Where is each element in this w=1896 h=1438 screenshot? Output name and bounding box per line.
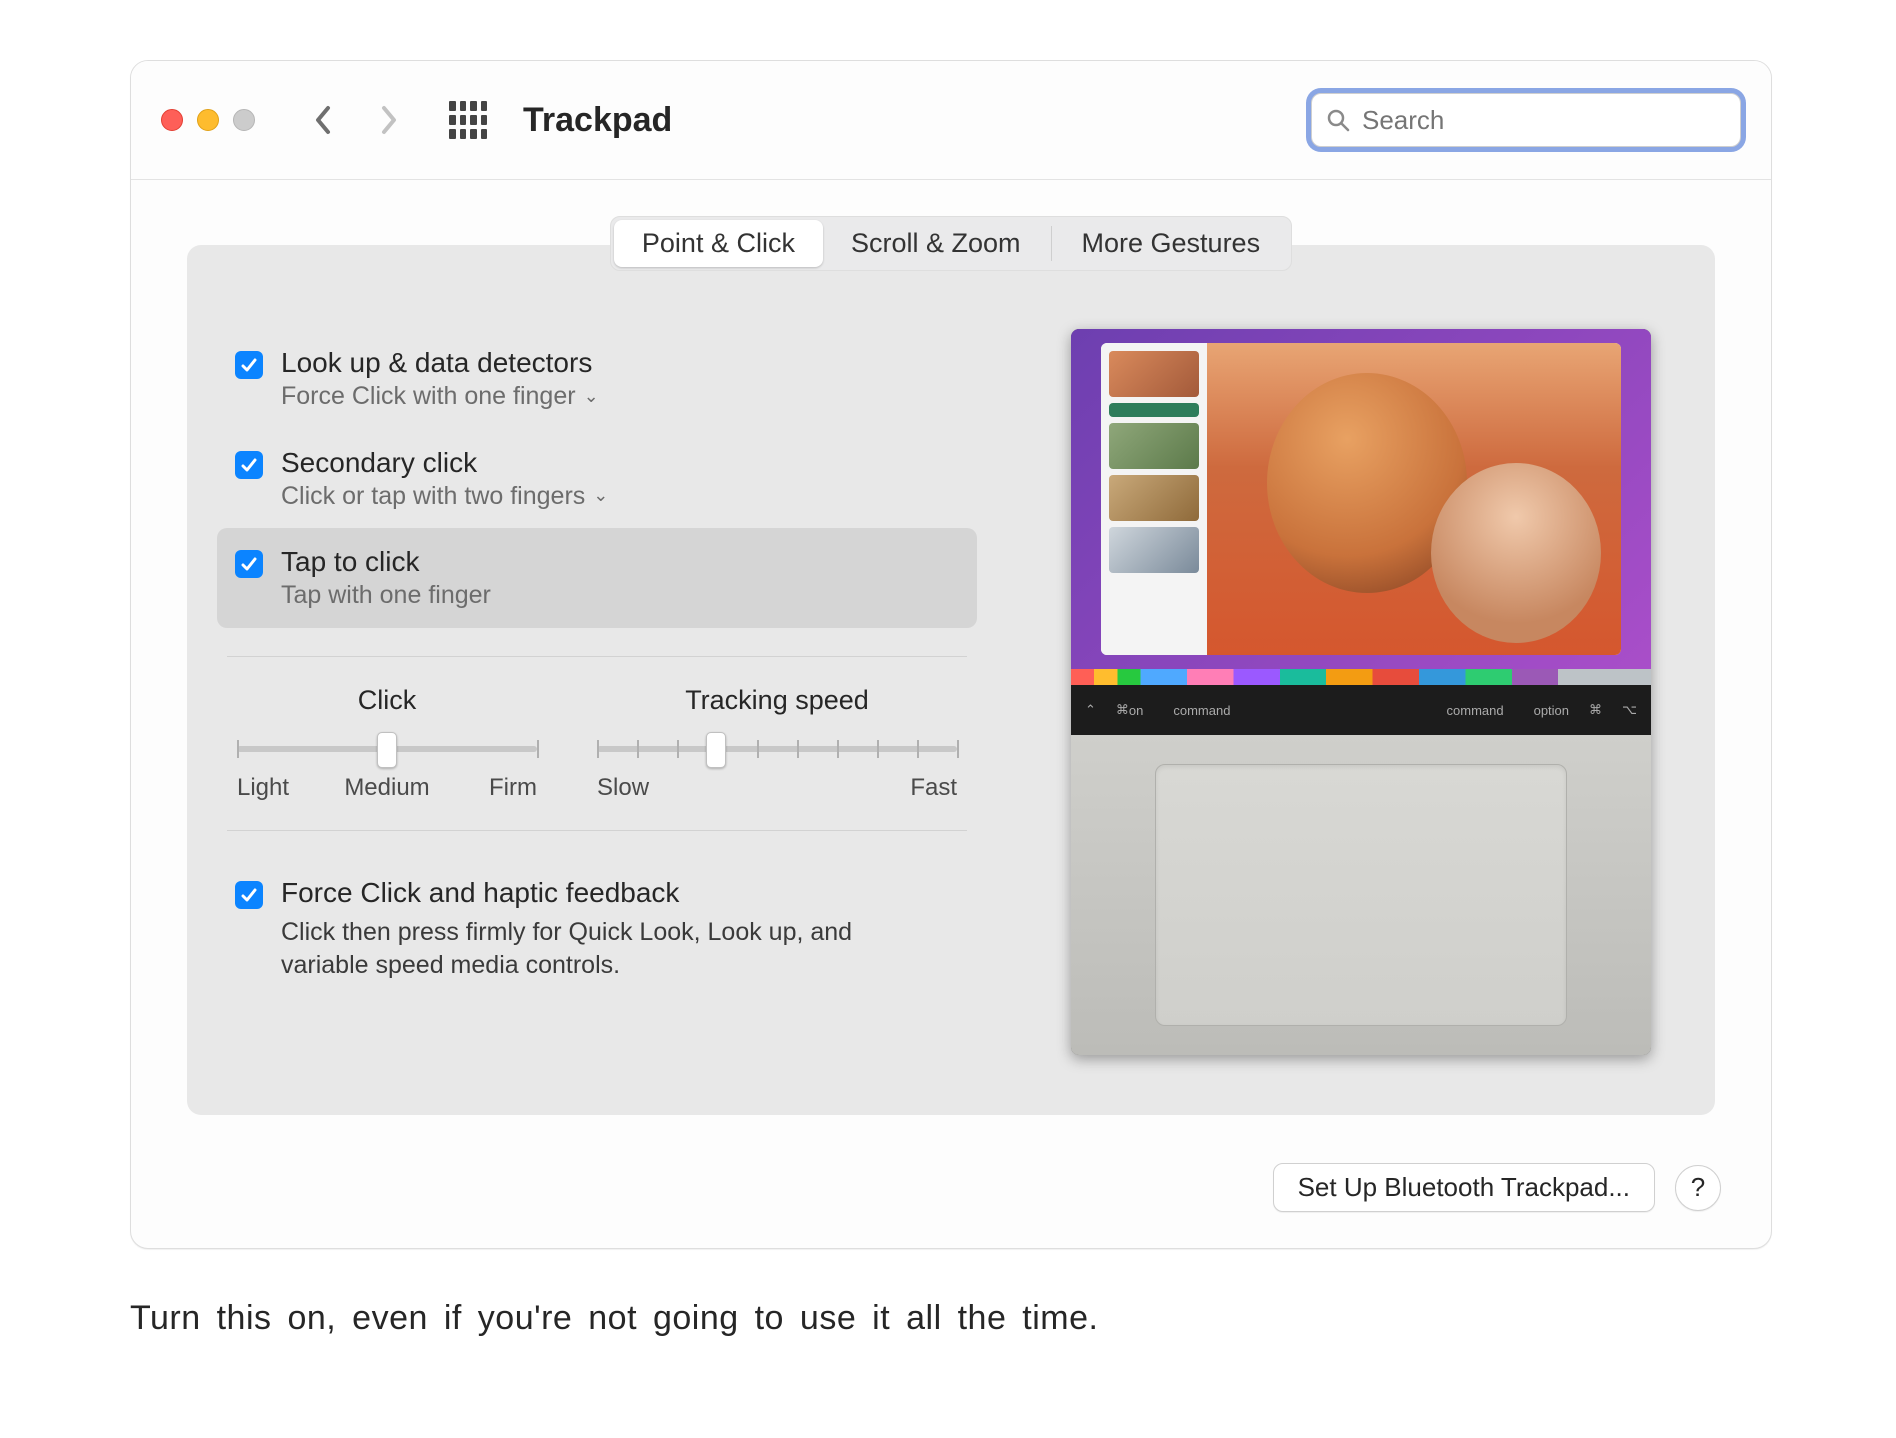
option-lookup-subtitle: Force Click with one finger (281, 380, 576, 413)
option-lookup-dropdown[interactable]: Force Click with one finger ⌄ (281, 380, 599, 413)
setup-bluetooth-trackpad-button[interactable]: Set Up Bluetooth Trackpad... (1273, 1163, 1655, 1212)
option-secondary-dropdown[interactable]: Click or tap with two fingers ⌄ (281, 480, 608, 513)
option-secondary-click: Secondary click Click or tap with two fi… (217, 429, 977, 529)
slider-click-title: Click (358, 685, 417, 716)
key-symbol: ⌘ (1116, 702, 1129, 718)
tab-scroll-and-zoom[interactable]: Scroll & Zoom (823, 220, 1049, 267)
window-controls (161, 109, 255, 131)
slider-tracking: Tracking speed Slow Fast (597, 685, 957, 802)
preview-keyboard-row: ⌃ ⌘ on command command option (1071, 685, 1651, 735)
key-label: command (1447, 703, 1504, 718)
divider (227, 830, 967, 831)
preview-trackpad (1155, 764, 1567, 1026)
divider (227, 656, 967, 657)
preview-photos-window (1101, 343, 1621, 655)
key-label: command (1173, 703, 1230, 718)
slider-click-thumb[interactable] (377, 732, 397, 768)
preview-dock (1071, 669, 1651, 685)
options-column: Look up & data detectors Force Click wit… (217, 329, 977, 1055)
zoom-window-button[interactable] (233, 109, 255, 131)
slider-tracking-label-slow: Slow (597, 774, 649, 802)
tab-divider (1051, 226, 1052, 261)
checkmark-icon (240, 456, 258, 474)
back-button[interactable] (303, 99, 345, 141)
search-icon (1326, 108, 1350, 132)
option-force-title: Force Click and haptic feedback (281, 875, 901, 910)
forward-button[interactable] (367, 99, 409, 141)
preview-screen (1071, 329, 1651, 669)
chevron-down-icon: ⌄ (593, 484, 608, 507)
slider-tracking-title: Tracking speed (685, 685, 869, 716)
slider-tracking-label-fast: Fast (910, 774, 957, 802)
preview-trackpad-area (1071, 735, 1651, 1055)
tab-point-and-click[interactable]: Point & Click (614, 220, 823, 267)
checkmark-icon (240, 555, 258, 573)
option-tap-subtitle: Tap with one finger (281, 579, 491, 612)
option-force-description: Click then press firmly for Quick Look, … (281, 916, 901, 984)
checkmark-icon (240, 886, 258, 904)
toolbar: Trackpad (131, 61, 1771, 180)
key-label: on (1129, 703, 1143, 718)
system-preferences-window: Trackpad Point & Click Scroll & Zoom Mor… (130, 60, 1772, 1249)
settings-panel: Look up & data detectors Force Click wit… (187, 245, 1715, 1115)
slider-tracking-track[interactable] (597, 734, 957, 764)
chevron-right-icon (378, 105, 398, 135)
slider-click-label-light: Light (237, 774, 337, 802)
option-force-click: Force Click and haptic feedback Click th… (217, 859, 977, 1000)
sliders-row: Click Light Medium Fir (217, 685, 977, 802)
option-lookup-title: Look up & data detectors (281, 345, 599, 380)
chevron-down-icon: ⌄ (584, 385, 599, 408)
search-field[interactable] (1311, 93, 1741, 147)
checkbox-lookup[interactable] (235, 351, 263, 379)
key-label: option (1534, 703, 1569, 718)
option-tap-title: Tap to click (281, 544, 491, 579)
option-secondary-title: Secondary click (281, 445, 608, 480)
option-secondary-subtitle: Click or tap with two fingers (281, 480, 585, 513)
tab-more-gestures[interactable]: More Gestures (1054, 220, 1289, 267)
pane-title: Trackpad (523, 101, 672, 140)
search-input[interactable] (1360, 104, 1726, 137)
chevron-left-icon (314, 105, 334, 135)
slider-click-label-firm: Firm (437, 774, 537, 802)
help-button[interactable]: ? (1675, 1165, 1721, 1211)
close-window-button[interactable] (161, 109, 183, 131)
show-all-button[interactable] (449, 101, 487, 139)
slider-tracking-thumb[interactable] (706, 732, 726, 768)
checkbox-tap-to-click[interactable] (235, 550, 263, 578)
option-lookup: Look up & data detectors Force Click wit… (217, 329, 977, 429)
grid-dot-icon (449, 101, 456, 111)
gesture-preview: ⌃ ⌘ on command command option (1071, 329, 1651, 1055)
article-caption: Turn this on, even if you're not going t… (130, 1299, 1766, 1338)
tab-bar: Point & Click Scroll & Zoom More Gesture… (610, 216, 1292, 271)
checkbox-secondary-click[interactable] (235, 451, 263, 479)
key-symbol: ⌃ (1085, 702, 1096, 718)
slider-click-label-medium: Medium (337, 774, 437, 802)
checkmark-icon (240, 356, 258, 374)
slider-click-track[interactable] (237, 734, 537, 764)
checkbox-force-click[interactable] (235, 881, 263, 909)
option-tap-to-click: Tap to click Tap with one finger (217, 528, 977, 628)
bottom-bar: Set Up Bluetooth Trackpad... ? (131, 1143, 1771, 1248)
minimize-window-button[interactable] (197, 109, 219, 131)
slider-click: Click Light Medium Fir (237, 685, 537, 802)
key-symbol: ⌘ (1589, 702, 1602, 718)
key-symbol: ⌥ (1622, 702, 1637, 718)
